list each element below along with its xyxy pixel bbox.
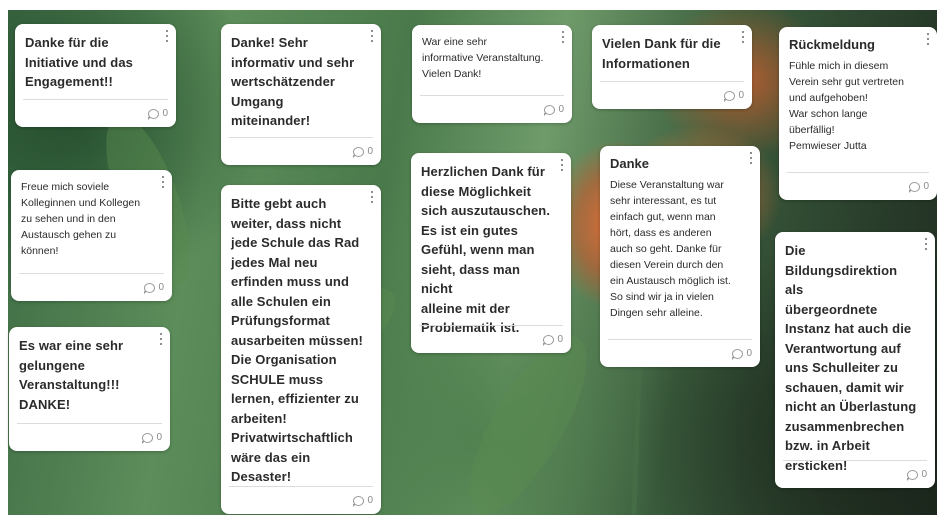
post-card[interactable]: Es war eine sehr gelungene Veranstaltung…: [9, 327, 170, 451]
post-card[interactable]: Die Bildungsdirektion als übergeordnete …: [775, 232, 935, 488]
post-text: War eine sehr informative Veranstaltung.…: [422, 36, 544, 80]
comment-icon[interactable]: [543, 334, 555, 346]
post-card[interactable]: Danke! Sehr informativ und sehr wertschä…: [221, 24, 381, 165]
comment-count: 0: [558, 104, 564, 115]
post-footer: 0: [229, 137, 373, 165]
post-title: Rückmeldung: [789, 37, 875, 52]
comment-count: 0: [738, 90, 744, 101]
post-card[interactable]: Herzlichen Dank für diese Möglichkeit si…: [411, 153, 571, 353]
comment-icon[interactable]: [142, 432, 154, 444]
comment-icon[interactable]: [353, 146, 365, 158]
post-text: Danke! Sehr informativ und sehr wertschä…: [231, 35, 355, 128]
post-footer: 0: [783, 460, 927, 488]
post-text: Danke für die Initiative und das Engagem…: [25, 35, 133, 89]
more-options-icon[interactable]: [923, 237, 929, 251]
post-card[interactable]: Vielen Dank für die Informationen 0: [592, 25, 752, 109]
post-card[interactable]: Freue mich soviele Kolleginnen und Kolle…: [11, 170, 172, 301]
post-text: Fühle mich in diesem Verein sehr gut ver…: [789, 60, 904, 152]
more-options-icon[interactable]: [560, 30, 566, 44]
comment-count: 0: [367, 495, 373, 506]
post-text: Es war eine sehr gelungene Veranstaltung…: [19, 338, 124, 412]
post-card[interactable]: Danke Diese Veranstaltung war sehr inter…: [600, 146, 760, 367]
more-options-icon[interactable]: [748, 151, 754, 165]
post-text: Herzlichen Dank für diese Möglichkeit si…: [421, 164, 551, 335]
post-footer: 0: [608, 339, 752, 367]
post-text: Bitte gebt auch weiter, dass nicht jede …: [231, 196, 363, 484]
more-options-icon[interactable]: [740, 30, 746, 44]
comment-count: 0: [156, 432, 162, 443]
comment-count: 0: [923, 181, 929, 192]
more-options-icon[interactable]: [559, 158, 565, 172]
post-text: Die Bildungsdirektion als übergeordnete …: [785, 243, 917, 473]
post-card[interactable]: Bitte gebt auch weiter, dass nicht jede …: [221, 185, 381, 514]
more-options-icon[interactable]: [158, 332, 164, 346]
comment-count: 0: [921, 469, 927, 480]
comment-count: 0: [746, 348, 752, 359]
post-footer: 0: [420, 95, 564, 123]
post-footer: 0: [787, 172, 929, 200]
comment-icon[interactable]: [907, 469, 919, 481]
more-options-icon[interactable]: [925, 32, 931, 46]
post-footer: 0: [600, 81, 744, 109]
comment-icon[interactable]: [724, 90, 736, 102]
post-footer: 0: [229, 486, 373, 514]
comment-icon[interactable]: [732, 348, 744, 360]
post-footer: 0: [23, 99, 168, 127]
post-text: Diese Veranstaltung war sehr interessant…: [610, 179, 731, 319]
post-text: Freue mich soviele Kolleginnen und Kolle…: [21, 181, 141, 257]
post-footer: 0: [17, 423, 162, 451]
comment-count: 0: [557, 334, 563, 345]
post-text: Vielen Dank für die Informationen: [602, 36, 721, 71]
comment-icon[interactable]: [353, 495, 365, 507]
comment-icon[interactable]: [544, 104, 556, 116]
more-options-icon[interactable]: [164, 29, 170, 43]
post-footer: 0: [419, 325, 563, 353]
more-options-icon[interactable]: [369, 190, 375, 204]
comment-count: 0: [158, 282, 164, 293]
post-card[interactable]: Danke für die Initiative und das Engagem…: [15, 24, 176, 127]
comment-count: 0: [367, 146, 373, 157]
comment-icon[interactable]: [148, 108, 160, 120]
post-card[interactable]: War eine sehr informative Veranstaltung.…: [412, 25, 572, 123]
comment-icon[interactable]: [144, 282, 156, 294]
post-card[interactable]: Rückmeldung Fühle mich in diesem Verein …: [779, 27, 937, 200]
more-options-icon[interactable]: [369, 29, 375, 43]
comment-icon[interactable]: [909, 181, 921, 193]
post-footer: 0: [19, 273, 164, 301]
post-title: Danke: [610, 156, 650, 171]
comment-count: 0: [162, 108, 168, 119]
more-options-icon[interactable]: [160, 175, 166, 189]
